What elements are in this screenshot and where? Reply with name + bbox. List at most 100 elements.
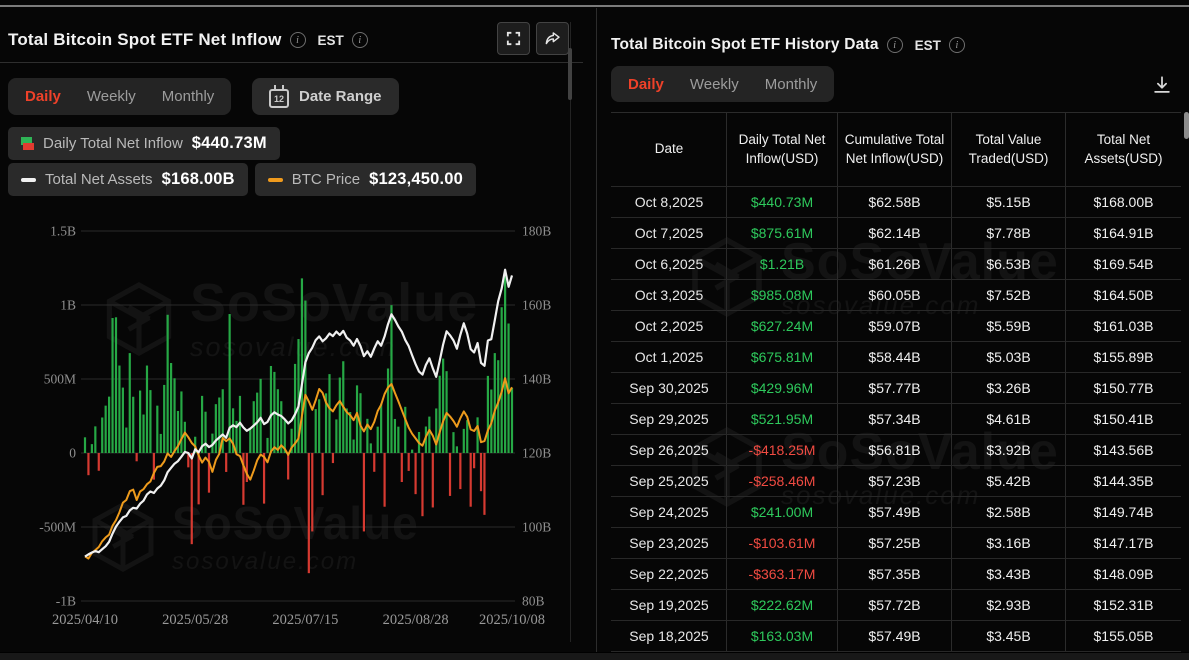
svg-text:1B: 1B — [60, 298, 76, 313]
history-data-panel: Total Bitcoin Spot ETF History Data EST … — [596, 8, 1189, 660]
table-cell: $675.81M — [727, 342, 838, 372]
chart-interval-tabs: Daily Weekly Monthly — [8, 78, 232, 115]
table-cell: $161.03B — [1093, 318, 1154, 334]
table-row: Oct 1,2025 $675.81M $58.44B $5.03B $155.89B — [611, 342, 1181, 373]
table-cell: $2.93B — [952, 590, 1066, 620]
info-icon[interactable] — [886, 37, 903, 53]
tab-daily[interactable]: Daily — [12, 80, 74, 113]
top-divider — [0, 5, 1189, 7]
table-cell: $62.58B — [838, 187, 952, 217]
tab-weekly[interactable]: Weekly — [74, 80, 149, 113]
table-cell: $148.09B — [1093, 566, 1154, 582]
table-cell: $59.07B — [838, 311, 952, 341]
legend-btc-price[interactable]: BTC Price $123,450.00 — [254, 163, 477, 196]
svg-text:-500M: -500M — [39, 520, 76, 535]
chart-panel-title: Total Bitcoin Spot ETF Net Inflow — [8, 30, 282, 49]
table-cell: Sep 30,2025 — [611, 373, 727, 403]
bottom-strip — [0, 652, 1189, 660]
timezone-label: EST — [914, 37, 941, 53]
table-row: Sep 24,2025 $241.00M $57.49B $2.58B $149.74B — [611, 497, 1181, 528]
table-cell: $60.05B — [838, 280, 952, 310]
table-cell: $3.92B — [952, 435, 1066, 465]
column-header: Total Value Traded(USD) — [952, 113, 1066, 186]
info-icon[interactable] — [289, 32, 306, 48]
legend-daily-net-inflow[interactable]: Daily Total Net Inflow $440.73M — [8, 127, 280, 160]
date-range-button[interactable]: 12 Date Range — [252, 78, 399, 115]
table-cell: $2.58B — [952, 497, 1066, 527]
svg-text:2025/05/28: 2025/05/28 — [162, 612, 228, 628]
table-cell: $168.00B — [1093, 194, 1154, 210]
table-cell: $7.78B — [952, 218, 1066, 248]
chart-panel-header: Total Bitcoin Spot ETF Net Inflow EST — [8, 22, 575, 58]
table-cell: Oct 2,2025 — [611, 311, 727, 341]
table-cell: $3.26B — [952, 373, 1066, 403]
table-cell: $155.89B — [1093, 349, 1154, 365]
table-row: Oct 3,2025 $985.08M $60.05B $7.52B $164.50B — [611, 280, 1181, 311]
table-cell: Sep 22,2025 — [611, 559, 727, 589]
table-cell: $144.35B — [1093, 473, 1154, 489]
table-cell: $62.14B — [838, 218, 952, 248]
legend-total-net-assets[interactable]: Total Net Assets $168.00B — [8, 163, 248, 196]
table-cell: $163.03M — [727, 621, 838, 651]
share-button[interactable] — [536, 22, 569, 55]
table-panel-title: Total Bitcoin Spot ETF History Data — [611, 36, 879, 53]
tab-monthly[interactable]: Monthly — [752, 68, 831, 101]
calendar-icon: 12 — [269, 84, 289, 108]
svg-text:-1B: -1B — [56, 594, 76, 609]
svg-text:160B: 160B — [522, 298, 551, 313]
table-row: Sep 26,2025 -$418.25M $56.81B $3.92B $143.56… — [611, 435, 1181, 466]
table-cell: $57.49B — [838, 497, 952, 527]
table-scrollbar-thumb[interactable] — [1184, 112, 1189, 139]
table-row: Oct 6,2025 $1.21B $61.26B $6.53B $169.54B — [611, 249, 1181, 280]
tab-daily[interactable]: Daily — [615, 68, 677, 101]
inflow-series-icon — [21, 137, 34, 150]
table-cell: $57.72B — [838, 590, 952, 620]
table-cell: -$418.25M — [727, 435, 838, 465]
table-header-row: Date Daily Total Net Inflow(USD) Cumulativ… — [611, 113, 1181, 187]
column-header: Daily Total Net Inflow(USD) — [727, 113, 838, 186]
table-cell: $241.00M — [727, 497, 838, 527]
assets-line-icon — [21, 177, 36, 182]
table-row: Sep 18,2025 $163.03M $57.49B $3.45B $155.05B — [611, 621, 1181, 652]
tab-monthly[interactable]: Monthly — [149, 80, 228, 113]
svg-text:100B: 100B — [522, 520, 551, 535]
table-cell: $440.73M — [727, 187, 838, 217]
timezone-label: EST — [317, 32, 344, 48]
table-row: Oct 8,2025 $440.73M $62.58B $5.15B $168.00B — [611, 187, 1181, 218]
sosovalue-btc-etf-dashboard: Total Bitcoin Spot ETF Net Inflow EST Da… — [0, 0, 1189, 660]
table-cell: Sep 26,2025 — [611, 435, 727, 465]
table-cell: Sep 25,2025 — [611, 466, 727, 496]
table-cell: -$258.46M — [727, 466, 838, 496]
net-inflow-combo-chart[interactable]: 1.5B 180B 1B 160B 500M 140B 0 120B -500M 100B -1B 8… — [0, 210, 585, 640]
history-table: Date Daily Total Net Inflow(USD) Cumulativ… — [611, 112, 1181, 652]
table-row: Sep 19,2025 $222.62M $57.72B $2.93B $152.31B — [611, 590, 1181, 621]
table-cell: $6.53B — [952, 249, 1066, 279]
table-cell: $5.59B — [952, 311, 1066, 341]
table-row: Oct 7,2025 $875.61M $62.14B $7.78B $164.91B — [611, 218, 1181, 249]
info-icon[interactable] — [351, 32, 368, 48]
svg-text:140B: 140B — [522, 372, 551, 387]
tab-weekly[interactable]: Weekly — [677, 68, 752, 101]
share-icon — [545, 32, 560, 45]
download-button[interactable] — [1147, 70, 1177, 100]
table-cell: $3.16B — [952, 528, 1066, 558]
table-cell: Oct 6,2025 — [611, 249, 727, 279]
table-cell: $4.61B — [952, 404, 1066, 434]
table-cell: Oct 8,2025 — [611, 187, 727, 217]
table-cell: $7.52B — [952, 280, 1066, 310]
download-icon — [1154, 76, 1170, 93]
table-cell: -$363.17M — [727, 559, 838, 589]
table-cell: $164.50B — [1093, 287, 1154, 303]
table-cell: $1.21B — [727, 249, 838, 279]
table-interval-tabs: Daily Weekly Monthly — [611, 66, 835, 102]
table-cell: $150.77B — [1093, 380, 1154, 396]
chart-legend-row-2: Total Net Assets $168.00B BTC Price $123… — [8, 163, 477, 196]
info-icon[interactable] — [948, 37, 965, 53]
svg-text:2025/04/10: 2025/04/10 — [52, 612, 118, 628]
left-scrollbar-thumb[interactable] — [568, 48, 572, 100]
table-cell: $164.91B — [1093, 225, 1154, 241]
table-cell: $152.31B — [1093, 597, 1154, 613]
inflow-value: $440.73M — [191, 134, 267, 152]
fullscreen-icon — [506, 31, 521, 46]
fullscreen-button[interactable] — [497, 22, 530, 55]
